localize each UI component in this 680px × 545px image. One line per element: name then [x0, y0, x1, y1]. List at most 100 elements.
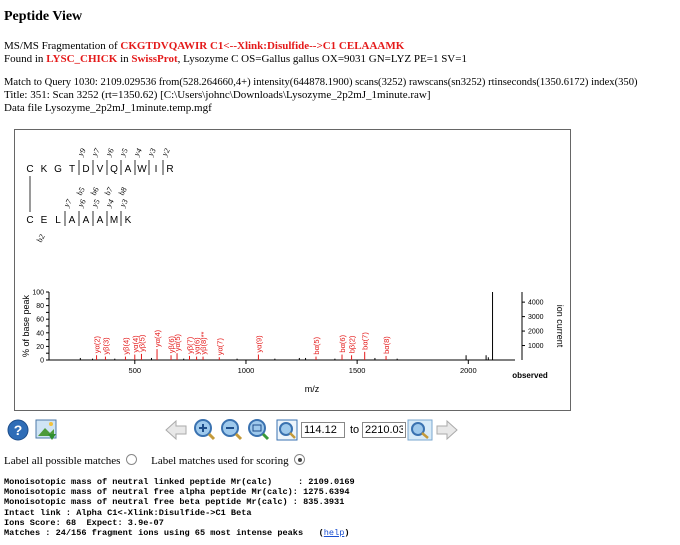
label-mode-radios: Label all possible matches Label matches…	[4, 454, 308, 467]
y2-tick-label: 3000	[528, 314, 544, 321]
peak-label: bβ(2)	[348, 335, 357, 353]
beta-residue: K	[125, 215, 132, 226]
database-name: SwissProt	[131, 53, 178, 65]
peak-label: yα(4)	[153, 329, 162, 347]
beta-residue: E	[41, 215, 48, 226]
beta-ion-label: y4	[104, 198, 116, 209]
alpha-residue: T	[69, 164, 75, 175]
intact-link-line: Intact link : Alpha C1<-Xlink:Disulfide-…	[4, 507, 252, 518]
label-all-radio[interactable]	[126, 454, 138, 465]
page-title: Peptide View	[4, 9, 83, 24]
right-arrow-icon[interactable]	[436, 419, 458, 441]
y-tick-label: 20	[36, 344, 44, 351]
beta-residue: A	[97, 215, 104, 226]
range-to-label: to	[350, 424, 360, 436]
range-from-input[interactable]	[301, 422, 345, 438]
help-icon[interactable]: ?	[7, 419, 29, 441]
alpha-ion-label: b5	[75, 186, 87, 197]
peak-label: bα(7)	[361, 332, 370, 350]
alpha-ion-label: y3	[146, 147, 158, 158]
found-mid: in	[117, 53, 132, 65]
peak-label: yα(5)	[173, 333, 182, 351]
peak-label: bα(6)	[338, 334, 347, 352]
y-tick-label: 80	[36, 303, 44, 310]
peak-label: bα(5)	[312, 336, 321, 354]
spectrum-svg: C K G T D V Q A W I Ry9 y7 y6 y5 y4 y3 y2C E L A A A M Ky7 y6 y5 y…	[21, 147, 565, 394]
spectrum-plot[interactable]: C K G T D V Q A W I Ry9 y7 y6 y5 y4 y3 y2 C E L A A A M Ky7 y6 y5 y…	[14, 129, 571, 411]
beta-residue: A	[83, 215, 90, 226]
y-tick-label: 40	[36, 330, 44, 337]
beta-ion-label: y7	[62, 198, 74, 209]
alpha-ion-label: y5	[118, 147, 130, 158]
beta-ion-label: y3	[118, 198, 130, 209]
peak-label: bα(8)	[382, 336, 391, 354]
zoom-out-icon[interactable]	[221, 419, 243, 441]
zoom-apply-icon[interactable]	[407, 419, 433, 441]
alpha-ion-label: y6	[104, 147, 116, 158]
peak-label: yα(2)	[93, 335, 102, 353]
datafile-line: Data file Lysozyme_2p2mJ_1minute.temp.mg…	[4, 102, 212, 114]
y-tick-label: 60	[36, 317, 44, 324]
alpha-residue: V	[97, 164, 104, 175]
match-line: Match to Query 1030: 2109.029536 from(52…	[4, 77, 638, 88]
alpha-residue: K	[41, 164, 48, 175]
export-image-icon[interactable]	[35, 419, 57, 440]
peak-label: yα(7)	[215, 338, 224, 356]
peak-label: yβ(8)**	[199, 331, 208, 354]
alpha-ion-label: y9	[76, 147, 88, 158]
zoom-region-icon[interactable]	[248, 419, 270, 441]
alpha-residue: W	[137, 164, 147, 175]
alpha-ion-label: y4	[132, 147, 144, 158]
fragmentation-line: MS/MS Fragmentation of CKGTDVQAWIR C1<--…	[4, 40, 404, 53]
beta-ion-label: y5	[90, 198, 102, 209]
beta-ion-label: b2	[35, 233, 47, 244]
alpha-ion-label: b8	[117, 186, 129, 197]
found-in-line: Found in LYSC_CHICK in SwissProt, Lysozy…	[4, 53, 467, 66]
x-tick-label: 1000	[238, 366, 255, 375]
y2-tick-label: 1000	[528, 343, 544, 350]
x-tick-label: 1500	[349, 366, 366, 375]
x-tick-label: 2000	[460, 366, 477, 375]
peak-label: yβ(3)	[101, 337, 110, 355]
label-scoring-radio[interactable]	[294, 454, 306, 465]
y2-axis-label: ion current	[555, 305, 565, 348]
zoom-fit-icon[interactable]	[276, 419, 298, 441]
alpha-residue: Q	[110, 164, 118, 175]
alpha-residue: C	[26, 164, 33, 175]
alpha-residue: A	[125, 164, 132, 175]
alpha-residue: G	[54, 164, 62, 175]
matches-text: Matches : 24/156 fragment ions using 65 …	[4, 528, 324, 539]
y-tick-label: 0	[40, 358, 44, 365]
mass-summary: Monoisotopic mass of neutral linked pept…	[4, 477, 355, 538]
title-line: Title: 351: Scan 3252 (rt=1350.62) [C:\U…	[4, 89, 431, 101]
peptide-sequence: CKGTDVQAWIR C1<--Xlink:Disulfide-->C1 CE…	[120, 40, 405, 52]
alpha-ion-label: y2	[160, 147, 172, 158]
label-scoring-text: Label matches used for scoring	[151, 455, 289, 467]
alpha-ion-label: b6	[89, 186, 101, 197]
alpha-ion-label: y7	[90, 147, 102, 158]
beta-residue: L	[55, 215, 61, 226]
y2-tick-label: 2000	[528, 329, 544, 336]
beta-residue: C	[26, 215, 33, 226]
alpha-ion-label: b7	[103, 186, 115, 197]
mono-line-beta: Monoisotopic mass of neutral free beta p…	[4, 497, 345, 508]
x-tick-label: 500	[129, 366, 142, 375]
peak-label: yβ(4)	[121, 337, 130, 355]
label-all-text: Label all possible matches	[4, 455, 121, 467]
x-axis-label: m/z	[305, 384, 320, 394]
alpha-residue: D	[82, 164, 89, 175]
peak-label: yβ(5)	[137, 334, 146, 352]
help-link[interactable]: help	[324, 528, 345, 538]
alpha-residue: I	[155, 164, 158, 175]
frag-prefix: MS/MS Fragmentation of	[4, 40, 121, 52]
zoom-in-icon[interactable]	[194, 419, 216, 441]
mono-line-alpha: Monoisotopic mass of neutral free alpha …	[4, 487, 350, 498]
beta-ion-label: y6	[76, 198, 88, 209]
matches-close: )	[344, 528, 350, 539]
found-prefix: Found in	[4, 53, 47, 65]
peak-label: yα(9)	[254, 335, 263, 353]
matches-line: Matches : 24/156 fragment ions using 65 …	[4, 528, 355, 538]
range-to-input[interactable]	[362, 422, 406, 438]
svg-text:?: ?	[14, 422, 23, 438]
left-arrow-icon[interactable]	[165, 419, 187, 441]
